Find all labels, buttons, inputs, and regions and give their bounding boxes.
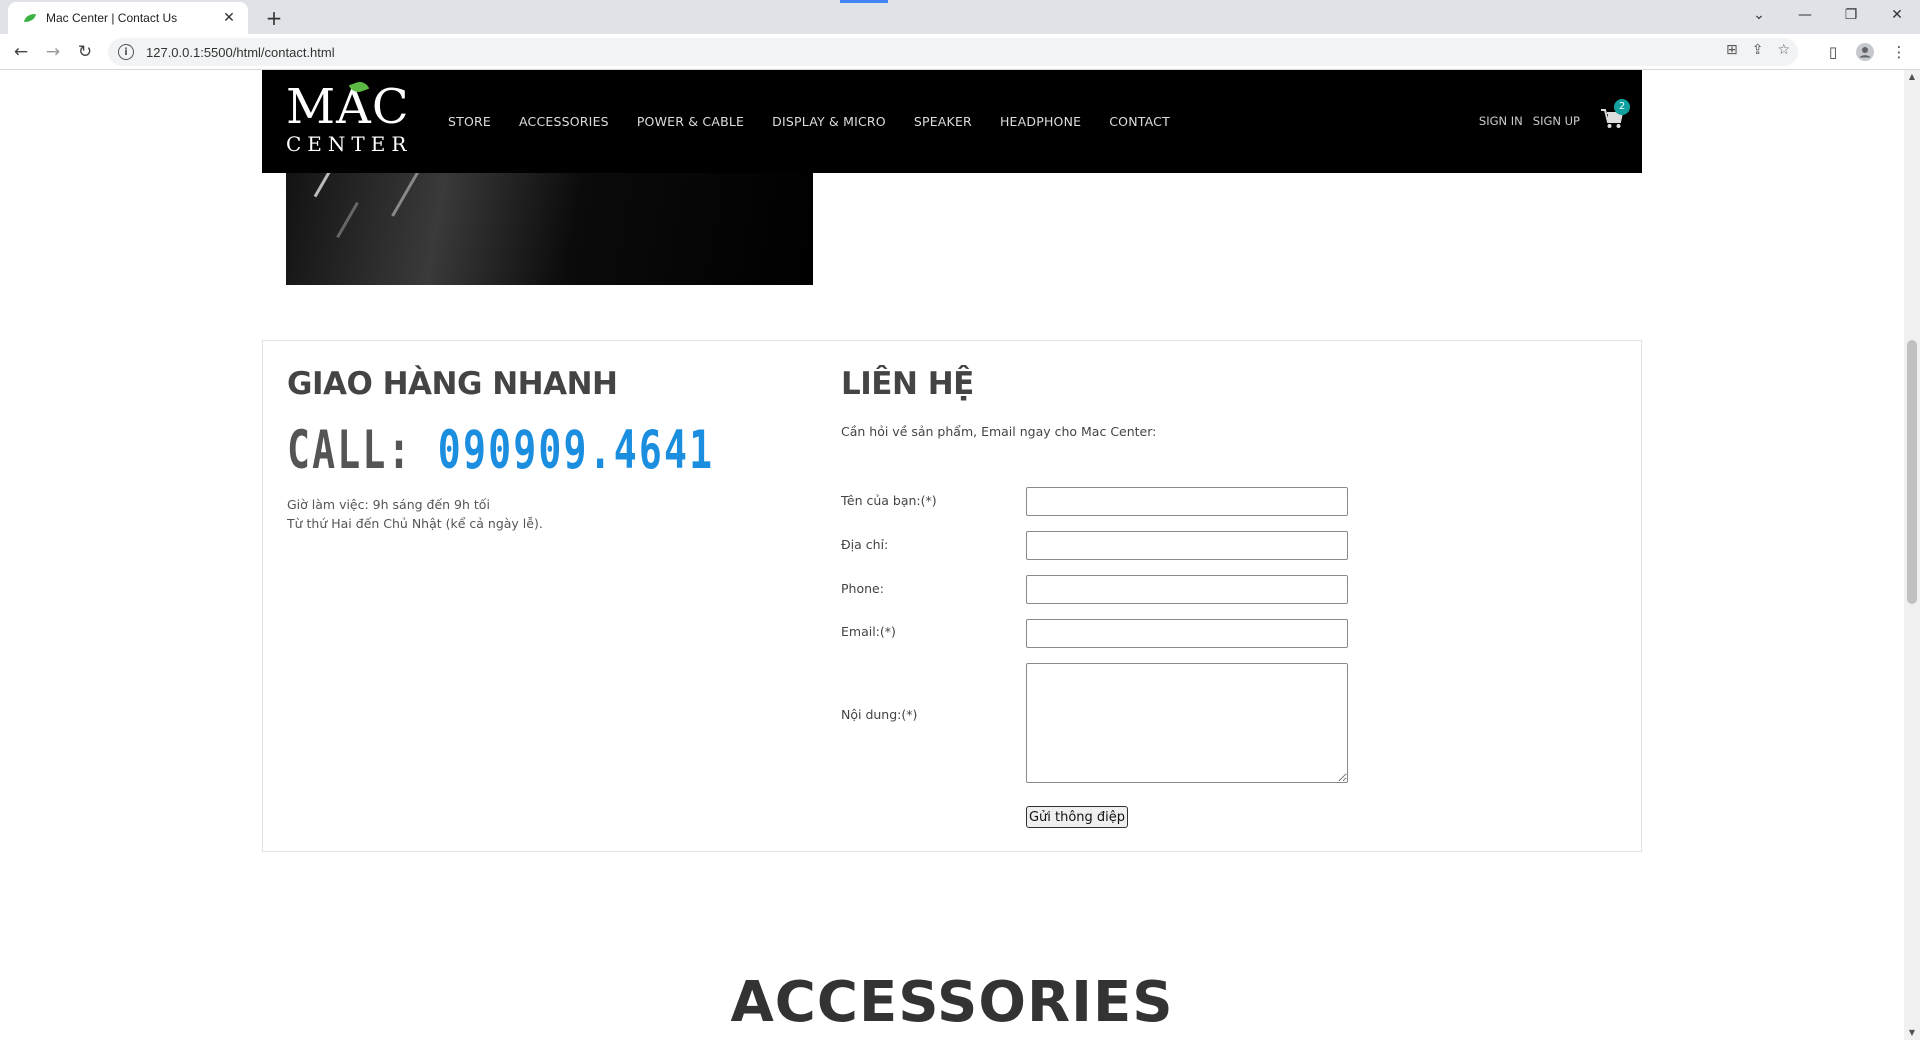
auth-links: SIGN IN SIGN UP	[1479, 114, 1580, 128]
email-field[interactable]	[1026, 619, 1348, 648]
site-info-icon[interactable]: i	[118, 44, 134, 60]
message-label: Nội dung:(*)	[841, 707, 918, 722]
delivery-title: GIAO HÀNG NHANH	[287, 366, 618, 402]
send-message-button[interactable]: Gửi thông điệp	[1026, 806, 1128, 828]
delivery-column: GIAO HÀNG NHANH CALL: 090909.4641 Giờ là…	[287, 366, 807, 533]
page-viewport: MAC CENTER STORE ACCESSORIES POWER & CAB…	[0, 70, 1904, 1040]
name-field[interactable]	[1026, 487, 1348, 516]
new-tab-button[interactable]: +	[260, 4, 288, 32]
main-nav: STORE ACCESSORIES POWER & CABLE DISPLAY …	[448, 114, 1170, 129]
browser-toolbar: ← → ↻ i 127.0.0.1:5500/html/contact.html…	[0, 34, 1920, 70]
cart-count-badge: 2	[1614, 99, 1630, 115]
scroll-up-arrow-icon[interactable]: ▲	[1907, 72, 1917, 82]
tab-title: Mac Center | Contact Us	[46, 11, 178, 25]
translate-icon[interactable]: ⊞	[1726, 42, 1738, 58]
contact-form: Tên của bạn:(*) Địa chỉ: Phone: Email:(*…	[841, 366, 1401, 846]
email-label: Email:(*)	[841, 624, 896, 639]
nav-speaker[interactable]: SPEAKER	[914, 114, 972, 129]
cart-button[interactable]: 2	[1600, 99, 1630, 132]
menu-kebab-icon[interactable]: ⋮	[1886, 39, 1912, 65]
logo-text-top: MAC	[286, 79, 410, 135]
minimize-button[interactable]: —	[1782, 0, 1828, 30]
tab-search-icon[interactable]: ⌄	[1736, 0, 1782, 30]
hours-line-2: Từ thứ Hai đến Chủ Nhật (kể cả ngày lễ).	[287, 516, 543, 531]
bookmark-star-icon[interactable]: ☆	[1777, 42, 1790, 58]
nav-headphone[interactable]: HEADPHONE	[1000, 114, 1081, 129]
address-bar[interactable]: i 127.0.0.1:5500/html/contact.html ⊞ ⇪ ☆	[108, 38, 1798, 66]
name-label: Tên của bạn:(*)	[841, 493, 937, 508]
call-line: CALL: 090909.4641	[287, 420, 712, 481]
sign-up-link[interactable]: SIGN UP	[1533, 114, 1580, 128]
phone-label: Phone:	[841, 581, 884, 596]
browser-tab[interactable]: Mac Center | Contact Us ✕	[8, 2, 248, 34]
site-header: MAC CENTER STORE ACCESSORIES POWER & CAB…	[262, 70, 1642, 173]
address-field[interactable]	[1026, 531, 1348, 560]
tab-close-icon[interactable]: ✕	[220, 10, 238, 26]
leaf-favicon-icon	[22, 10, 38, 26]
phone-field[interactable]	[1026, 575, 1348, 604]
nav-accessories[interactable]: ACCESSORIES	[519, 114, 609, 129]
forward-arrow-icon[interactable]: →	[40, 39, 66, 65]
share-icon[interactable]: ⇪	[1752, 42, 1764, 58]
browser-tabbar: Mac Center | Contact Us ✕ + ⌄ — ❐ ✕	[0, 0, 1920, 34]
scrollbar-thumb[interactable]	[1907, 340, 1917, 604]
side-panel-icon[interactable]: ▯	[1820, 39, 1846, 65]
message-textarea[interactable]	[1026, 663, 1348, 783]
nav-power-cable[interactable]: POWER & CABLE	[637, 114, 744, 129]
page-scrollbar[interactable]: ▲ ▼	[1904, 70, 1920, 1040]
accessories-heading: ACCESSORIES	[730, 970, 1174, 1035]
scroll-down-arrow-icon[interactable]: ▼	[1907, 1028, 1917, 1038]
nav-store[interactable]: STORE	[448, 114, 491, 129]
address-label: Địa chỉ:	[841, 537, 889, 552]
sign-in-link[interactable]: SIGN IN	[1479, 114, 1523, 128]
profile-avatar-icon[interactable]	[1852, 39, 1878, 65]
nav-display-micro[interactable]: DISPLAY & MICRO	[772, 114, 886, 129]
contact-form-column: LIÊN HỆ Cần hỏi về sản phẩm, Email ngay …	[841, 366, 1401, 828]
logo-text-bottom: CENTER	[286, 132, 413, 156]
contact-section: GIAO HÀNG NHANH CALL: 090909.4641 Giờ là…	[262, 340, 1642, 852]
nav-contact[interactable]: CONTACT	[1109, 114, 1170, 129]
call-prefix: CALL:	[287, 420, 438, 481]
hotline-number[interactable]: 090909.4641	[438, 420, 714, 481]
back-arrow-icon[interactable]: ←	[8, 39, 34, 65]
tab-loading-indicator	[840, 0, 888, 3]
reload-icon[interactable]: ↻	[72, 39, 98, 65]
close-window-button[interactable]: ✕	[1874, 0, 1920, 30]
mac-center-logo[interactable]: MAC CENTER	[286, 79, 416, 164]
restore-button[interactable]: ❐	[1828, 0, 1874, 30]
working-hours: Giờ làm việc: 9h sáng đến 9h tối Từ thứ …	[287, 495, 807, 533]
url-text[interactable]: 127.0.0.1:5500/html/contact.html	[146, 45, 335, 60]
hours-line-1: Giờ làm việc: 9h sáng đến 9h tối	[287, 497, 490, 512]
